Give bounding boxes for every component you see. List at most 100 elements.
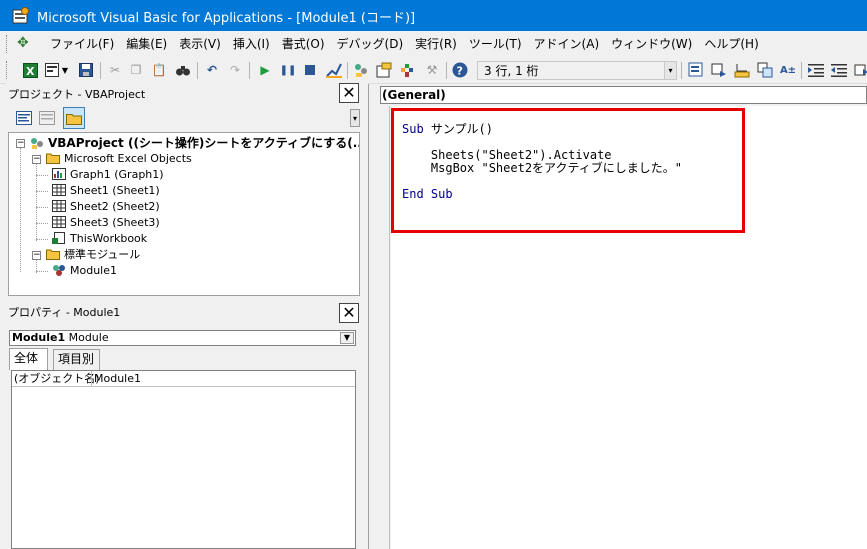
toolbar-separator [249,62,250,79]
worksheet-icon [52,200,66,212]
chart-sheet-icon [52,168,66,180]
toolbar-grip[interactable] [6,61,9,79]
cut-icon[interactable]: ✂ [106,61,124,79]
chevron-down-icon[interactable]: ▼ [340,332,354,344]
object-select-name: Module1 [12,331,66,344]
paste-icon[interactable]: 📋 [150,61,168,79]
menu-format[interactable]: 書式(O) [276,31,331,57]
copy-icon[interactable]: ❐ [127,61,145,79]
toolbar-separator [801,62,802,79]
properties-pane-close-icon[interactable]: ✕ [339,303,359,323]
design-mode-icon[interactable] [325,61,343,79]
tree-item-sheet3[interactable]: Sheet3 (Sheet3) [52,215,160,231]
project-explorer-icon[interactable] [352,61,370,79]
collapse-root-icon[interactable]: − [16,139,25,148]
toolbar-separator [347,62,348,79]
run-icon[interactable]: ▶ [256,61,274,79]
list-properties-icon[interactable] [687,61,705,79]
help-icon[interactable]: ? [451,61,469,79]
redo-icon[interactable]: ↷ [226,61,244,79]
toolbar-separator [197,62,198,79]
highlight-box [391,108,745,233]
find-icon[interactable] [174,61,192,79]
collapse-excel-objects-icon[interactable]: − [32,155,41,164]
toolbar-separator [100,62,101,79]
toggle-folders-icon[interactable] [63,107,85,129]
quick-info-icon[interactable] [733,61,751,79]
worksheet-icon [52,216,66,228]
tree-folder-modules[interactable]: 標準モジュール [46,247,140,263]
project-pane-toolbar: ▾ [6,105,360,131]
save-icon[interactable] [77,61,95,79]
toolbar-separator [681,62,682,79]
standard-toolbar: X ▼ ✂ ❐ 📋 ↶ ↷ ▶ ❚❚ ⚒ ? 3 行, 1 桁 ▾ A± [0,57,867,84]
break-icon[interactable]: ❚❚ [279,61,297,79]
list-constants-icon[interactable] [710,61,728,79]
view-object-icon[interactable] [37,108,57,128]
window-title: Microsoft Visual Basic for Applications … [37,11,416,26]
indent-icon[interactable] [807,61,825,79]
vba-app-icon [12,7,29,24]
parameter-info-icon[interactable] [756,61,774,79]
view-code-icon[interactable] [14,108,34,128]
menu-tools[interactable]: ツール(T) [463,31,528,57]
menu-window[interactable]: ウィンドウ(W) [605,31,698,57]
tree-item-thisworkbook[interactable]: ThisWorkbook [52,231,147,247]
code-margin[interactable] [369,106,390,549]
menu-debug[interactable]: デバッグ(D) [331,31,410,57]
tree-root-vbaproject[interactable]: VBAProject ((シート操作)シートをアクティブにする(...) [30,135,359,151]
folder-icon [46,248,60,260]
chevron-down-icon[interactable]: ▼ [60,61,70,79]
svg-text:?: ? [457,65,463,78]
tree-item-sheet2[interactable]: Sheet2 (Sheet2) [52,199,160,215]
excel-document-icon[interactable]: ✥ [17,35,29,51]
object-dropdown[interactable]: (General) [380,86,867,104]
menu-file[interactable]: ファイル(F) [44,31,120,57]
cursor-position-text: 3 行, 1 桁 [484,64,539,78]
tab-alphabetic[interactable]: 全体 [9,348,48,370]
project-pane-title: プロジェクト - VBAProject [8,88,146,101]
properties-pane-title: プロパティ - Module1 [8,306,121,319]
properties-tabs: 全体 項目別 [9,348,356,371]
menu-bar: ✥ ファイル(F) 編集(E) 表示(V) 挿入(I) 書式(O) デバッグ(D… [0,31,867,57]
tree-item-label: Sheet3 (Sheet3) [70,216,160,229]
menu-run[interactable]: 実行(R) [409,31,463,57]
worksheet-icon [52,184,66,196]
properties-pane-header: プロパティ - Module1 ✕ [6,301,360,323]
object-select-type: Module [68,331,109,344]
menu-help[interactable]: ヘルプ(H) [698,31,764,57]
toolbar-overflow-icon[interactable]: ▾ [664,62,676,79]
tree-item-sheet1[interactable]: Sheet1 (Sheet1) [52,183,160,199]
tab-categorized[interactable]: 項目別 [53,349,100,370]
tree-folder-excel-objects[interactable]: Microsoft Excel Objects [46,151,192,167]
collapse-modules-icon[interactable]: − [32,251,41,260]
menu-view[interactable]: 表示(V) [173,31,227,57]
reset-icon[interactable] [301,61,319,79]
project-pane-close-icon[interactable]: ✕ [339,83,359,103]
properties-icon[interactable] [375,61,393,79]
property-row-name[interactable]: (オブジェクト名) Module1 [12,371,355,387]
object-browser-icon[interactable] [398,61,416,79]
object-select[interactable]: Module1 Module ▼ [9,330,356,346]
title-bar: Microsoft Visual Basic for Applications … [0,0,867,31]
tree-item-module1[interactable]: Module1 [52,263,117,279]
menu-insert[interactable]: 挿入(I) [227,31,276,57]
insert-userform-icon[interactable] [43,61,61,79]
project-toolbar-overflow-icon[interactable]: ▾ [350,109,360,127]
workbook-icon [52,232,66,244]
toolbox-icon[interactable]: ⚒ [423,61,441,79]
complete-word-icon[interactable]: A± [779,61,797,79]
folder-icon [46,152,60,164]
module-icon [52,264,66,276]
menu-grip[interactable] [6,35,9,53]
excel-icon[interactable]: X [21,61,39,79]
property-value[interactable]: Module1 [91,371,141,387]
toggle-breakpoint-icon[interactable] [852,61,867,79]
project-tree: − VBAProject ((シート操作)シートをアクティブにする(...) −… [8,132,360,296]
outdent-icon[interactable] [830,61,848,79]
tree-item-graph1[interactable]: Graph1 (Graph1) [52,167,164,183]
undo-icon[interactable]: ↶ [203,61,221,79]
pane-splitter[interactable] [360,83,368,549]
menu-edit[interactable]: 編集(E) [120,31,173,57]
menu-addins[interactable]: アドイン(A) [528,31,606,57]
